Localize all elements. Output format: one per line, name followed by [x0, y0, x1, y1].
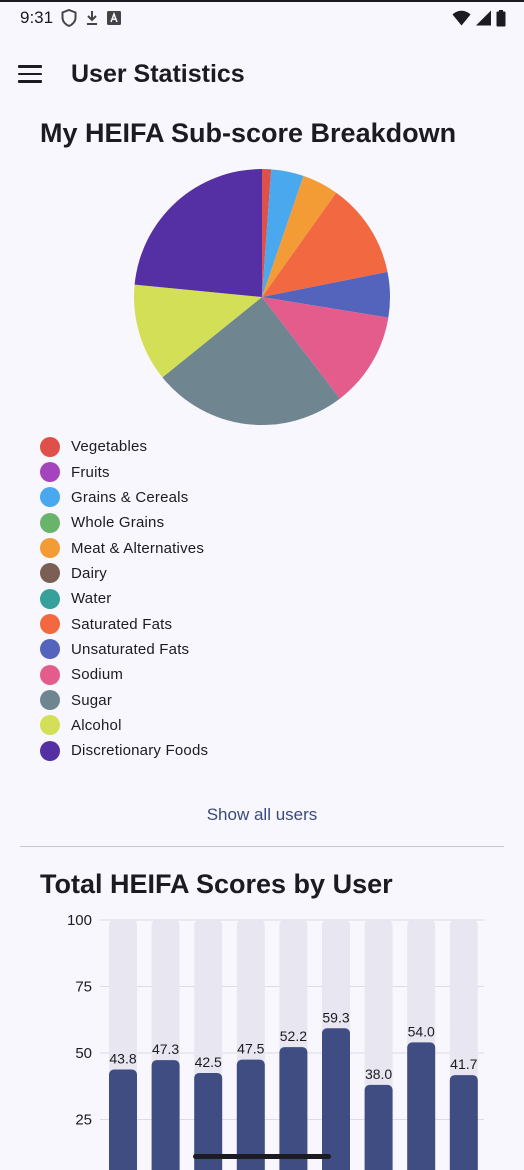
legend-item-meat-alternatives: Meat & Alternatives [40, 535, 340, 560]
bar-value-label: 52.2 [280, 1028, 307, 1044]
y-tick-label: 50 [75, 1045, 92, 1062]
pie-chart [134, 169, 390, 426]
legend-label: Vegetables [71, 438, 148, 456]
pie-chart-title: My HEIFA Sub-score Breakdown [40, 118, 457, 148]
show-all-users-button[interactable]: Show all users [199, 803, 326, 827]
legend-swatch [40, 740, 60, 761]
legend-swatch [40, 715, 60, 736]
legend-label: Unsaturated Fats [71, 640, 190, 658]
status-bar: 9:31 [0, 0, 524, 36]
battery-icon [496, 9, 506, 27]
bar-value-label: 47.3 [152, 1041, 179, 1057]
bar-value-label: 59.3 [322, 1009, 349, 1025]
legend-item-saturated-fats: Saturated Fats [40, 611, 340, 636]
bar-chart: 100 75 50 25 43.8 47.3 42.5 47.5 52.2 59.3 38.0 54.… [67, 912, 484, 1170]
legend-label: Sugar [71, 691, 113, 709]
legend-item-discretionary-foods: Discretionary Foods [40, 738, 340, 763]
legend-swatch [40, 614, 60, 635]
legend-item-whole-grains: Whole Grains [40, 510, 340, 535]
legend-label: Sodium [71, 666, 124, 684]
legend-label: Dairy [71, 564, 108, 582]
bar-value-label: 43.8 [109, 1050, 136, 1066]
divider [20, 846, 504, 847]
home-indicator[interactable] [193, 1154, 331, 1159]
bar-user-9[interactable] [449, 1075, 478, 1170]
legend-swatch [40, 639, 60, 660]
legend-item-sodium: Sodium [40, 662, 340, 687]
legend-item-vegetables: Vegetables [40, 434, 340, 459]
legend-label: Fruits [71, 463, 110, 481]
legend-item-fruits: Fruits [40, 459, 340, 484]
legend-label: Water [71, 590, 112, 608]
wifi-icon [452, 10, 471, 26]
pie-slice-discretionary-foods [134, 169, 262, 297]
legend-swatch [40, 563, 60, 584]
download-icon [85, 10, 99, 26]
legend-item-unsaturated-fats: Unsaturated Fats [40, 637, 340, 662]
app-icon [107, 11, 122, 25]
legend-swatch [40, 538, 60, 559]
y-tick-label: 75 [75, 979, 92, 996]
legend-swatch [40, 512, 60, 533]
legend-label: Alcohol [71, 716, 122, 734]
bar-value-label: 47.5 [237, 1041, 264, 1057]
bar-value-label: 42.5 [195, 1054, 222, 1070]
signal-icon [475, 10, 492, 26]
bar-user-6[interactable] [322, 1028, 350, 1170]
status-right [452, 9, 506, 27]
legend-item-grains-cereals: Grains & Cereals [40, 485, 340, 510]
pie-legend: Vegetables Fruits Grains & Cereals Whole Gr… [40, 434, 340, 763]
status-time: 9:31 [20, 8, 54, 27]
y-tick-label: 100 [67, 912, 92, 929]
shield-icon [61, 9, 77, 27]
bar-user-1[interactable] [109, 1069, 137, 1170]
legend-swatch [40, 487, 60, 508]
legend-swatch [40, 690, 60, 711]
legend-label: Saturated Fats [71, 615, 173, 633]
app-bar: User Statistics [0, 50, 524, 98]
legend-label: Grains & Cereals [71, 488, 189, 506]
legend-item-sugar: Sugar [40, 687, 340, 712]
legend-label: Meat & Alternatives [71, 539, 205, 557]
bar-value-label: 38.0 [365, 1066, 392, 1082]
legend-swatch [40, 462, 60, 483]
screen: 9:31 User Statistics My HEIFA Sub-score … [0, 0, 524, 1170]
bar-chart-title: Total HEIFA Scores by User [40, 869, 393, 899]
legend-item-alcohol: Alcohol [40, 713, 340, 738]
legend-label: Discretionary Foods [71, 742, 209, 760]
legend-swatch [40, 588, 60, 609]
bar-user-8[interactable] [407, 1042, 436, 1170]
legend-item-dairy: Dairy [40, 561, 340, 586]
bar-value-label: 54.0 [408, 1023, 435, 1039]
y-tick-label: 25 [75, 1112, 92, 1129]
bar-user-7[interactable] [364, 1084, 393, 1170]
legend-item-water: Water [40, 586, 340, 611]
hamburger-menu-icon[interactable] [18, 60, 52, 88]
show-all-row: Show all users [0, 803, 524, 827]
legend-swatch [40, 436, 60, 457]
bar-user-2[interactable] [151, 1060, 180, 1170]
bar-user-5[interactable] [279, 1047, 308, 1170]
legend-swatch [40, 664, 60, 685]
bar-value-label: 41.7 [450, 1056, 477, 1072]
legend-label: Whole Grains [71, 514, 165, 532]
page-title: User Statistics [71, 60, 245, 88]
